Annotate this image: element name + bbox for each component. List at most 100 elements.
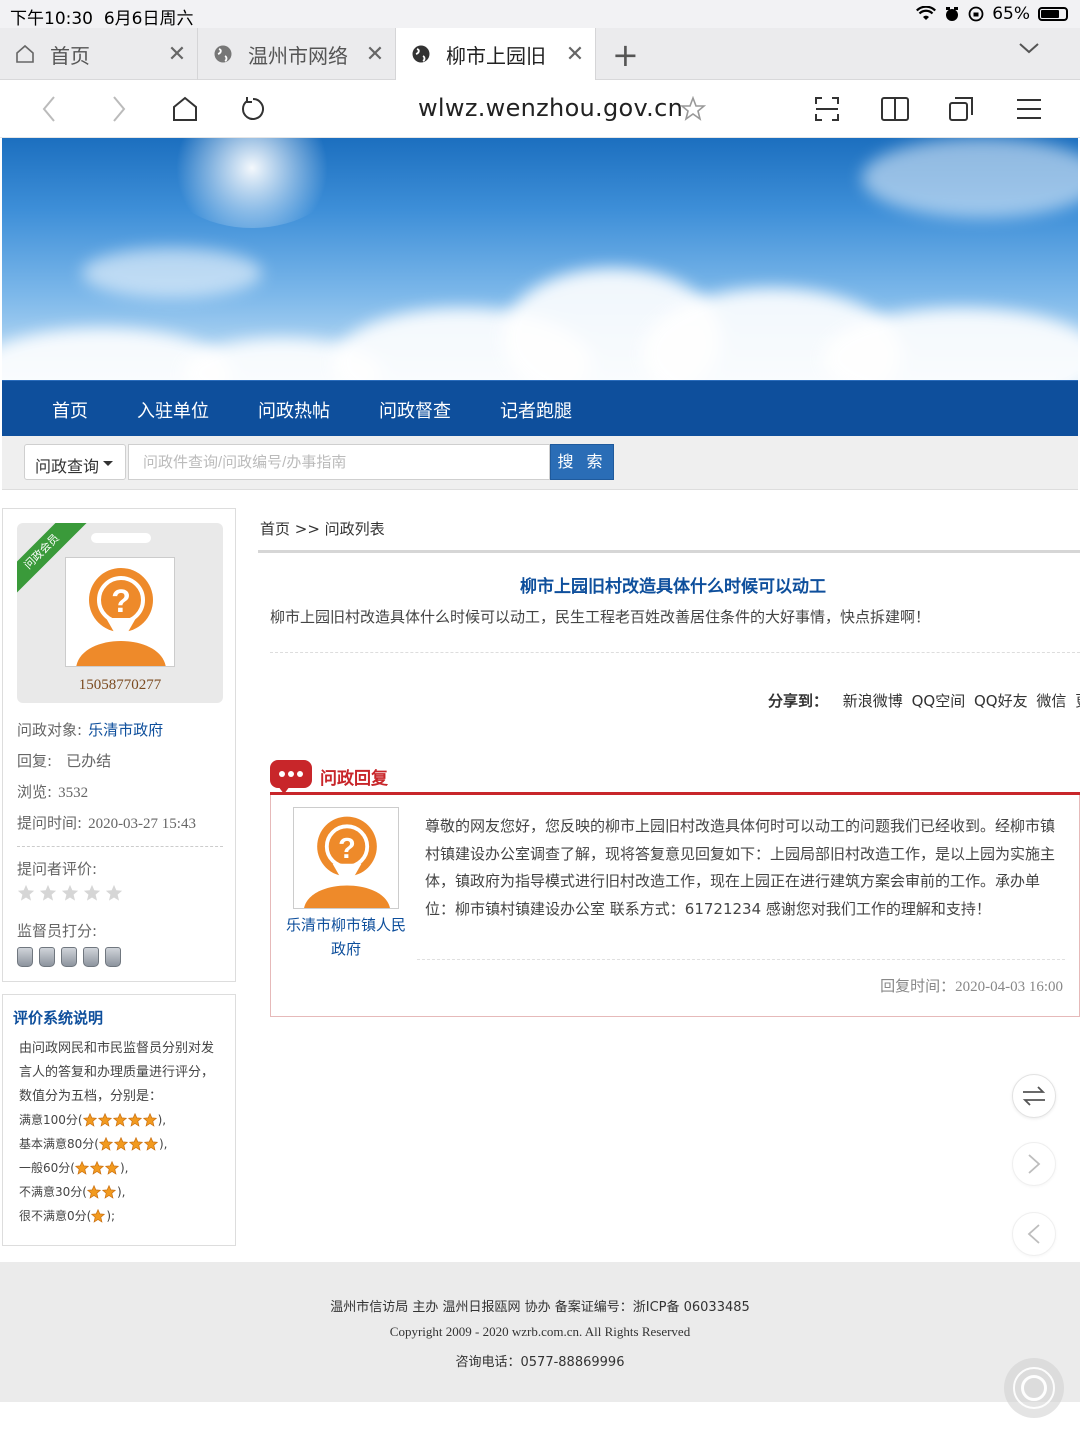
footer-copyright: Copyright 2009 - 2020 wzrb.com.cn. All R… — [389, 1324, 691, 1339]
rule-stars — [91, 1208, 106, 1223]
page-back-button[interactable] — [1012, 1212, 1056, 1256]
page-forward-button[interactable] — [1012, 1142, 1056, 1186]
rule-stars — [86, 1184, 117, 1199]
gray-star-icon — [83, 884, 101, 901]
search-button[interactable]: 搜 索 — [550, 444, 614, 480]
home-icon[interactable] — [168, 92, 202, 126]
back-icon[interactable] — [32, 92, 66, 126]
nav-item-units[interactable]: 入驻单位 — [137, 397, 209, 423]
orange-star-icon — [91, 1208, 106, 1223]
orange-star-icon — [113, 1136, 128, 1151]
share-wechat[interactable]: 微信 — [1036, 692, 1066, 710]
share-row: 分享到： 新浪微博 QQ空间 QQ好友 微信 更多 — [768, 690, 1080, 711]
reply-text: 尊敬的网友您好，您反映的柳市上园旧村改造具体何时可以动工的问题我们已经收到。经柳… — [425, 817, 1056, 918]
tab-active-current[interactable]: 柳市上园旧 ✕ — [396, 28, 596, 80]
trophy-cup-icon — [17, 947, 33, 967]
trophy-cup-icon — [61, 947, 77, 967]
rule-level-row: 满意100分(), — [19, 1112, 167, 1127]
reply-status-row: 回复: 已办结 — [17, 752, 112, 770]
orange-star-icon — [101, 1184, 116, 1199]
ask-time-row: 提问时间: 2020-03-27 15:43 — [17, 814, 196, 832]
footer: 温州市信访局 主办 温州日报瓯网 协办 备案证编号：浙ICP备 06033485… — [0, 1262, 1080, 1402]
gray-star-icon — [61, 884, 79, 901]
divider — [417, 959, 1065, 960]
reply-org-link[interactable]: 乐清市柳市镇人民政府 — [285, 913, 407, 961]
rule-stars — [74, 1160, 120, 1175]
chevron-right-icon — [1028, 1154, 1041, 1174]
rotation-lock-icon — [968, 6, 984, 22]
question-body: 柳市上园旧村改造具体什么时候可以动工，民生工程老百姓改善居住条件的大好事情，快点… — [270, 608, 931, 626]
alarm-icon — [946, 7, 959, 21]
supervisor-rating-cups[interactable] — [17, 947, 121, 967]
caret-down-icon — [103, 461, 113, 466]
rating-rules-card: 评价系统说明 由问政网民和市民监督员分别对发言人的答复和办理质量进行评分，数值分… — [2, 994, 236, 1246]
footer-hotline: 咨询电话：0577-88869996 — [455, 1355, 625, 1370]
asker-card: 问政会员 ? 15058770277 问政对象: 乐清市政府 回复: 已办结 浏览:… — [2, 508, 236, 982]
forward-icon[interactable] — [102, 92, 136, 126]
share-weibo[interactable]: 新浪微博 — [843, 692, 903, 710]
share-qq[interactable]: QQ好友 — [974, 692, 1028, 710]
default-user-icon: ? — [304, 816, 390, 908]
main-nav: 首页 入驻单位 问政热帖 问政督查 记者跑腿 — [2, 380, 1078, 436]
share-qzone[interactable]: QQ空间 — [912, 692, 966, 710]
status-right: 65% — [916, 4, 1068, 24]
close-tab-icon[interactable]: ✕ — [355, 42, 395, 67]
orange-star-icon — [82, 1112, 97, 1127]
close-tab-icon[interactable]: ✕ — [555, 42, 595, 67]
tab-home[interactable]: 首页 ✕ — [0, 28, 198, 80]
url-text[interactable]: wlwz.wenzhou.gov.cn — [418, 94, 683, 122]
select-value: 问政查询 — [35, 457, 100, 476]
member-badge: 问政会员 ? 15058770277 — [17, 523, 223, 703]
bookmark-star-icon[interactable] — [676, 92, 710, 126]
nav-item-home[interactable]: 首页 — [52, 397, 88, 423]
scan-icon[interactable] — [810, 92, 844, 126]
chevron-left-icon — [1027, 1224, 1040, 1244]
orange-star-icon — [142, 1112, 157, 1127]
nav-item-reporter[interactable]: 记者跑腿 — [500, 397, 572, 423]
reload-icon[interactable] — [236, 92, 270, 126]
rule-stars — [82, 1112, 158, 1127]
reply-time: 回复时间：2020-04-03 16:00 — [880, 977, 1063, 995]
gray-star-icon — [105, 884, 123, 901]
assistive-ring-icon — [1013, 1367, 1055, 1409]
nav-item-hot-posts[interactable]: 问政热帖 — [258, 397, 330, 423]
search-input[interactable] — [128, 444, 550, 480]
new-tab-plus-icon[interactable]: + — [612, 36, 639, 74]
trophy-cup-icon — [83, 947, 99, 967]
menu-icon[interactable] — [1012, 92, 1046, 126]
svg-text:?: ? — [338, 833, 356, 865]
target-row: 问政对象: 乐清市政府 — [17, 721, 164, 739]
orange-star-icon — [97, 1112, 112, 1127]
share-more[interactable]: 更多 — [1075, 692, 1080, 710]
search-type-select[interactable]: 问政查询 — [24, 444, 126, 480]
asker-rating-label: 提问者评价: — [17, 860, 98, 878]
search-row: 问政查询 搜 索 — [2, 436, 1078, 490]
wifi-icon — [916, 6, 937, 20]
tab-label: 温州市网络 — [248, 43, 348, 68]
tab-wenzhou[interactable]: 温州市网络 ✕ — [198, 28, 396, 80]
breadcrumb[interactable]: 首页 >> 问政列表 — [260, 518, 385, 539]
chevron-down-icon[interactable] — [1018, 40, 1040, 59]
browser-tab-bar: 首页 ✕ 温州市网络 ✕ 柳市上园旧 ✕ + — [0, 28, 1080, 80]
assistive-touch-button[interactable] — [1004, 1358, 1064, 1418]
status-bar: 下午10:30 6月6日周六 65% — [0, 0, 1080, 29]
divider — [258, 550, 1080, 553]
reader-icon[interactable] — [878, 92, 912, 126]
rule-stars — [98, 1136, 159, 1151]
tab-label: 柳市上园旧 — [446, 43, 546, 68]
close-tab-icon[interactable]: ✕ — [157, 42, 197, 67]
orange-star-icon — [74, 1160, 89, 1175]
share-label: 分享到： — [768, 692, 829, 710]
asker-rating-stars[interactable] — [17, 884, 123, 902]
badge-slot — [91, 533, 151, 543]
battery-icon — [1038, 7, 1068, 21]
tabs-overview-icon[interactable] — [944, 92, 978, 126]
asker-phone: 15058770277 — [78, 677, 162, 693]
target-link[interactable]: 乐清市政府 — [88, 721, 163, 739]
nav-item-supervision[interactable]: 问政督查 — [379, 397, 451, 423]
globe-icon — [410, 43, 432, 65]
orange-star-icon — [143, 1136, 158, 1151]
tab-label: 首页 — [50, 43, 90, 68]
divider — [270, 652, 1080, 653]
switch-arrows-button[interactable] — [1012, 1074, 1056, 1118]
